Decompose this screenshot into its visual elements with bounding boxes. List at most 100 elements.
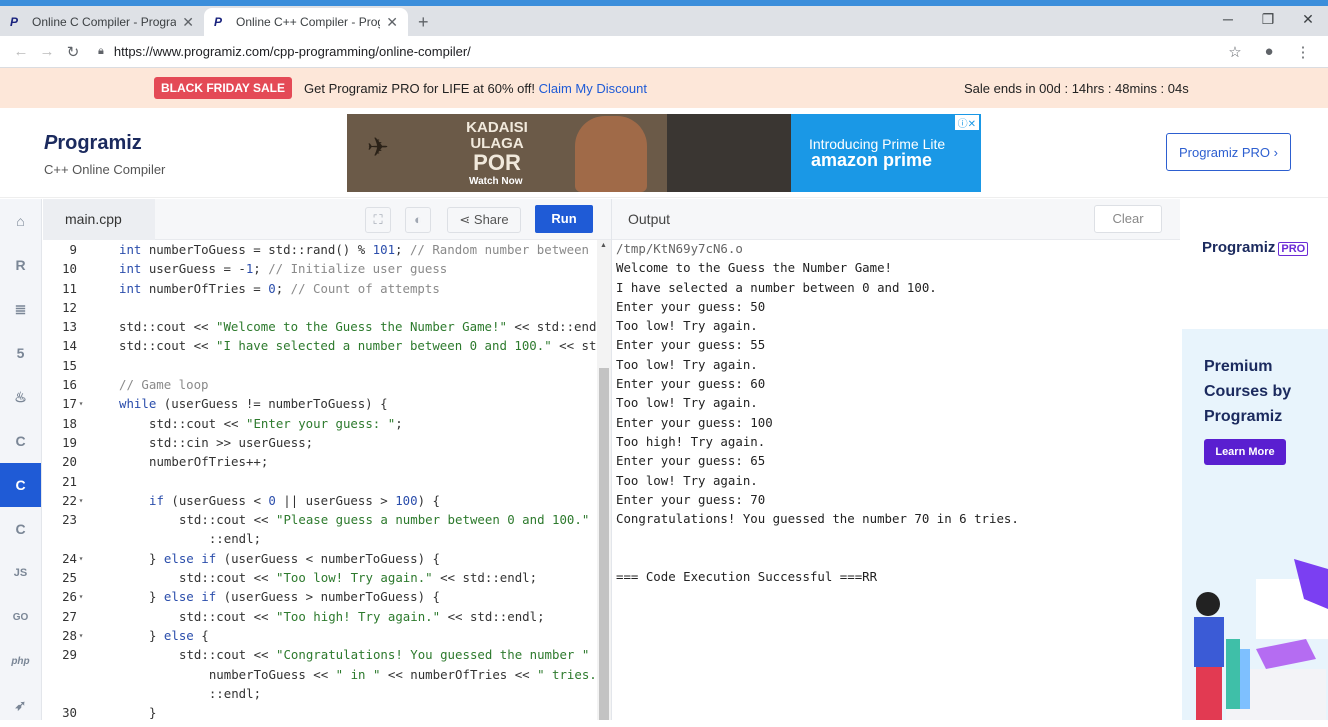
- menu-kebab-icon[interactable]: ⋮: [1286, 43, 1320, 61]
- line-number: 12: [62, 299, 77, 315]
- code-line: 18 std::cout << "Enter your guess: ";: [43, 414, 597, 433]
- fold-arrow-icon[interactable]: ▾: [77, 549, 85, 568]
- amazon-prime-logo: amazon prime: [811, 150, 933, 170]
- scroll-up-icon[interactable]: ▲: [600, 242, 607, 249]
- output-line: Too low! Try again.: [616, 318, 758, 334]
- line-number: 9: [69, 242, 77, 257]
- programiz-pro-button[interactable]: Programiz PRO ›: [1166, 133, 1291, 171]
- compiler-workspace: ⌂ R ≣ 5 ♨ C C C JS GO php ➶ main.cpp ⛶ ◐…: [0, 199, 1328, 720]
- side-advertisement[interactable]: Programiz PRO Premium Courses by Programi…: [1182, 199, 1328, 720]
- fold-arrow-icon[interactable]: ▾: [77, 587, 85, 606]
- js-icon[interactable]: JS: [0, 551, 41, 595]
- output-console[interactable]: /tmp/KtN69y7cN6.o Welcome to the Guess th…: [616, 239, 1019, 586]
- output-line: Too low! Try again.: [616, 395, 758, 411]
- bookmark-star-icon[interactable]: ☆: [1218, 43, 1252, 61]
- close-window-icon[interactable]: ✕: [1288, 6, 1328, 36]
- browser-tab-cpp-compiler[interactable]: P Online C++ Compiler - Programiz ✕: [204, 8, 408, 36]
- ad-close-icon[interactable]: ⓘ✕: [954, 115, 979, 130]
- code-text: std::cin >> userGuess;: [149, 434, 314, 450]
- forward-icon[interactable]: →: [34, 43, 60, 60]
- top-advertisement[interactable]: ✈ KADAISI ULAGA POR Watch Now Introducin…: [347, 114, 981, 192]
- close-tab-icon[interactable]: ✕: [182, 14, 194, 31]
- output-line: Enter your guess: 60: [616, 376, 766, 392]
- new-tab-icon[interactable]: +: [418, 8, 429, 36]
- java-icon[interactable]: ♨: [0, 375, 41, 419]
- browser-tab-c-compiler[interactable]: P Online C Compiler - Programiz ✕: [0, 8, 204, 36]
- line-number: 23: [62, 512, 77, 528]
- fold-arrow-icon: [77, 607, 85, 626]
- editor-scrollbar[interactable]: ▲: [597, 240, 611, 720]
- c-icon[interactable]: C: [0, 419, 41, 463]
- code-line: 28 ▾} else {: [43, 626, 597, 645]
- swift-icon[interactable]: ➶: [0, 683, 41, 727]
- fullscreen-icon[interactable]: ⛶: [365, 207, 391, 233]
- prime-ad: Introducing Prime Lite amazon prime ⓘ✕: [791, 114, 981, 192]
- fold-arrow-icon: [77, 665, 85, 684]
- scrollbar-thumb[interactable]: [599, 368, 609, 720]
- claim-discount-link[interactable]: Claim My Discount: [539, 81, 647, 96]
- code-line: 20 numberOfTries++;: [43, 452, 597, 471]
- minimize-icon[interactable]: ─: [1208, 6, 1248, 36]
- code-line: 21: [43, 472, 597, 491]
- close-tab-icon[interactable]: ✕: [386, 14, 398, 31]
- csharp-icon[interactable]: C: [0, 507, 41, 551]
- go-icon[interactable]: GO: [0, 595, 41, 639]
- learn-more-button[interactable]: Learn More: [1204, 439, 1286, 465]
- code-line: 23 std::cout << "Please guess a number be…: [43, 510, 597, 529]
- fold-arrow-icon: [77, 279, 85, 298]
- code-line: 17 ▾ while (userGuess != numberToGuess) {: [43, 394, 597, 413]
- programiz-favicon-icon: P: [10, 15, 19, 29]
- banner-text: Get Programiz PRO for LIFE at 60% off! C…: [304, 81, 647, 96]
- url-text: https://www.programiz.com/cpp-programmin…: [113, 44, 471, 59]
- programiz-logo[interactable]: Programiz: [44, 132, 142, 155]
- fold-arrow-icon[interactable]: ▾: [77, 491, 85, 510]
- line-number: 22: [62, 492, 77, 508]
- php-icon[interactable]: php: [0, 639, 41, 683]
- output-line: Congratulations! You guessed the number …: [616, 511, 1019, 527]
- output-line: Too low! Try again.: [616, 356, 758, 372]
- restore-icon[interactable]: ❐: [1248, 6, 1288, 36]
- run-button[interactable]: Run: [535, 205, 593, 233]
- r-icon[interactable]: R: [0, 243, 41, 287]
- output-pane: Output Clear /tmp/KtN69y7cN6.o Welcome to…: [611, 199, 1180, 720]
- fold-arrow-icon: [77, 433, 85, 452]
- share-button[interactable]: ⋖ Share: [447, 207, 521, 233]
- code-text: } else if (userGuess < numberToGuess) {: [149, 550, 440, 566]
- fold-arrow-icon: [77, 317, 85, 336]
- code-text: ::endl;: [179, 531, 262, 547]
- output-toolbar: Output Clear: [612, 199, 1180, 240]
- output-line: I have selected a number between 0 and 1…: [616, 279, 937, 295]
- fold-arrow-icon: [77, 414, 85, 433]
- code-line: 30}: [43, 703, 597, 720]
- back-icon[interactable]: ←: [8, 43, 34, 60]
- logo-text: rogramiz: [57, 132, 142, 154]
- sql-icon[interactable]: ≣: [0, 287, 41, 331]
- line-number: 11: [62, 280, 77, 296]
- pro-badge: PRO: [1278, 242, 1309, 256]
- side-ad-headline: Premium Courses by Programiz: [1204, 354, 1291, 429]
- dark-mode-icon[interactable]: ◐: [405, 207, 431, 233]
- clear-button[interactable]: Clear: [1094, 205, 1162, 233]
- code-line: numberToGuess << " in " << numberOfTries…: [43, 665, 597, 684]
- fold-arrow-icon[interactable]: ▾: [77, 394, 85, 413]
- url-field[interactable]: 🔒︎ https://www.programiz.com/cpp-program…: [86, 39, 1218, 65]
- code-editor[interactable]: 9 int numberToGuess = std::rand() % 101; …: [43, 240, 597, 720]
- cpp-icon[interactable]: C: [0, 463, 41, 507]
- student-illustration-icon: [1194, 559, 1328, 720]
- output-line: Enter your guess: 50: [616, 298, 766, 314]
- code-line: 19 std::cin >> userGuess;: [43, 433, 597, 452]
- python-icon[interactable]: ⌂: [0, 199, 41, 243]
- line-number: [43, 665, 77, 684]
- fold-arrow-icon[interactable]: ▾: [77, 626, 85, 645]
- reload-icon[interactable]: ↻: [60, 43, 86, 61]
- code-line: 15: [43, 356, 597, 375]
- profile-icon[interactable]: ●: [1252, 43, 1286, 60]
- code-line: 22 ▾ if (userGuess < 0 || userGuess > 100)…: [43, 491, 597, 510]
- code-text: std::cout << "Enter your guess: ";: [149, 415, 403, 431]
- file-tab-main-cpp[interactable]: main.cpp: [43, 199, 155, 240]
- html5-icon[interactable]: 5: [0, 331, 41, 375]
- movie-title-line: KADAISI: [466, 119, 528, 136]
- code-text: }: [149, 705, 157, 720]
